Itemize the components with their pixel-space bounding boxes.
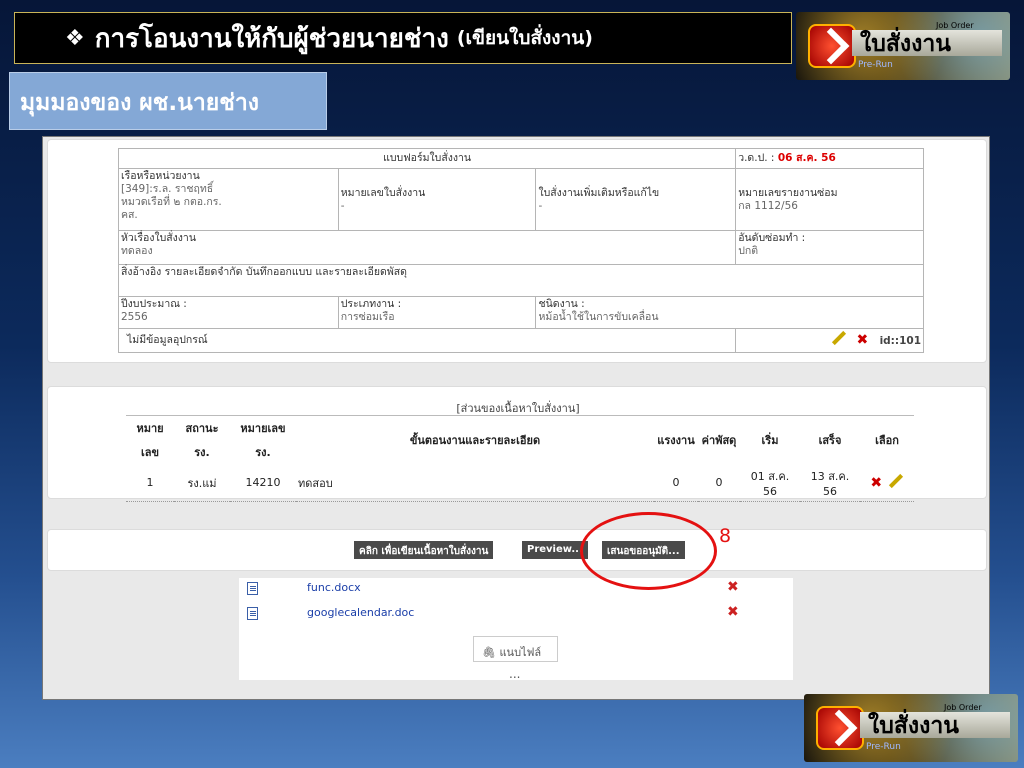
col-no-top: หมาย xyxy=(126,415,174,440)
row-labor: 0 xyxy=(654,464,698,502)
logo-job-order: Job Order xyxy=(944,703,982,712)
equipment-cell: ไม่มีข้อมูลอุปกรณ์ xyxy=(117,328,737,353)
row-detail: ทดสอบ xyxy=(296,464,654,502)
references-cell: สิ่งอ้างอิง รายละเอียดจำกัด บันทึกออกแบบ… xyxy=(118,264,924,297)
row-no: 1 xyxy=(126,464,174,502)
form-date-cell: ว.ด.ป. : 06 ส.ค. 56 xyxy=(735,148,924,169)
col-steps: ขั้นตอนงานและรายละเอียด xyxy=(296,415,654,464)
attach-file-label: แนบไฟล์ xyxy=(499,646,542,659)
view-label: มุมมองของ ผช.นายช่าง xyxy=(9,72,327,130)
col-number-top: หมายเลข xyxy=(230,415,296,440)
report-no-label: หมายเลขรายงานซ่อม xyxy=(738,186,838,199)
extra-order-label: ใบสั่งงานเพิ่มเติมหรือแก้ไข xyxy=(538,186,660,199)
callout-number: 8 xyxy=(719,525,732,547)
col-labor: แรงงาน xyxy=(654,415,698,464)
logo-text: ใบสั่งงาน xyxy=(860,30,951,57)
job-order-form: แบบฟอร์มใบสั่งงาน ว.ด.ป. : 06 ส.ค. 56 เร… xyxy=(117,148,924,353)
job-order-logo-bottom: ใบสั่งงาน Job Order Pre-Run xyxy=(804,694,1018,762)
actions-panel: คลิก เพื่อเขียนเนื้อหาใบสั่งงาน Preview.… xyxy=(47,529,987,571)
order-no-label: หมายเลขใบสั่งงาน xyxy=(340,186,426,199)
delete-file-x-icon[interactable]: ✖ xyxy=(727,579,739,595)
row-start: 01 ส.ค. 56 xyxy=(740,464,800,502)
logo-text: ใบสั่งงาน xyxy=(868,712,959,739)
table-row: 1 รง.แม่ 14210 ทดสอบ 0 0 01 ส.ค. 56 13 ส… xyxy=(126,464,914,502)
form-header: แบบฟอร์มใบสั่งงาน xyxy=(117,148,737,169)
subject-label: หัวเรื่องใบสั่งงาน xyxy=(121,232,197,244)
row-select-cell: ✖ xyxy=(860,464,914,502)
subject-value: ทดลอง xyxy=(121,245,153,257)
app-screenshot: แบบฟอร์มใบสั่งงาน ว.ด.ป. : 06 ส.ค. 56 เร… xyxy=(42,136,990,700)
row-number: 14210 xyxy=(230,464,296,502)
row-status: รง.แม่ xyxy=(174,464,230,502)
order-no-cell: หมายเลขใบสั่งงาน - xyxy=(337,168,537,231)
job-kind-label: ชนิดงาน : xyxy=(538,298,585,310)
record-id: id::101 xyxy=(879,334,921,347)
word-doc-icon xyxy=(247,607,258,620)
job-kind-value: หม้อน้ำใช้ในการขับเคลื่อน xyxy=(538,311,659,323)
paperclip-icon: 🖇 xyxy=(482,646,496,659)
work-type-value: การซ่อมเรือ xyxy=(340,311,395,323)
slide-title-box: ❖ การโอนงานให้กับผู้ช่วยนายช่าง (เขียนใบ… xyxy=(14,12,792,64)
form-date-label: ว.ด.ป. : xyxy=(738,152,775,164)
work-type-label: ประเภทงาน : xyxy=(340,298,402,310)
slide-title-note: (เขียนใบสั่งงาน) xyxy=(456,27,593,49)
form-date-value: 06 ส.ค. 56 xyxy=(777,152,836,164)
job-order-logo: ใบสั่งงาน Job Order Pre-Run xyxy=(796,12,1010,80)
subject-cell: หัวเรื่องใบสั่งงาน ทดลอง xyxy=(117,230,737,265)
logo-pre-run: Pre-Run xyxy=(858,60,893,70)
budget-cell: ปีงบประมาณ : 2556 xyxy=(118,296,339,329)
equipment-actions-cell: ✖ id::101 xyxy=(735,328,924,353)
col-material: ค่าพัสดุ xyxy=(698,415,740,464)
delete-file-x-icon[interactable]: ✖ xyxy=(727,604,739,620)
more-ellipsis: ... xyxy=(509,667,521,681)
col-status-bottom: รง. xyxy=(194,446,210,459)
write-content-button[interactable]: คลิก เพื่อเขียนเนื้อหาใบสั่งงาน xyxy=(354,541,494,559)
ship-unit-2: คส. xyxy=(121,209,138,221)
col-start: เริ่ม xyxy=(740,415,800,464)
priority-value: ปกติ xyxy=(738,245,759,257)
extra-order-value: - xyxy=(538,199,543,212)
report-no-value: กล 1112/56 xyxy=(738,199,798,212)
content-table: หมาย สถานะ หมายเลข ขั้นตอนงานและรายละเอี… xyxy=(126,415,914,502)
ship-unit: หมวดเรือที่ ๒ กตอ.กร. xyxy=(121,196,222,208)
priority-cell: อันดับซ่อมทำ : ปกติ xyxy=(735,230,924,265)
row-delete-x-icon[interactable]: ✖ xyxy=(870,475,882,491)
ship-cell: เรือหรือหน่วยงาน [349]:ร.ล. ราชฤทธิ์ หมว… xyxy=(118,168,339,231)
attachments-area: func.docx ✖ googlecalendar.doc ✖ 🖇 แนบไฟ… xyxy=(239,578,793,681)
ship-value: [349]:ร.ล. ราชฤทธิ์ xyxy=(121,183,214,195)
work-type-cell: ประเภทงาน : การซ่อมเรือ xyxy=(337,296,537,329)
references-text: สิ่งอ้างอิง รายละเอียดจำกัด บันทึกออกแบบ… xyxy=(121,266,407,278)
edit-pencil-icon[interactable] xyxy=(832,330,847,345)
report-no-cell: หมายเลขรายงานซ่อม กล 1112/56 xyxy=(735,168,924,231)
col-no-bottom: เลข xyxy=(140,446,160,459)
diamond-bullet-icon: ❖ xyxy=(65,25,85,51)
row-finish: 13 ส.ค. 56 xyxy=(800,464,860,502)
slide-title: การโอนงานให้กับผู้ช่วยนายช่าง xyxy=(94,23,449,54)
order-no-value: - xyxy=(340,199,345,212)
callout-circle xyxy=(580,512,717,590)
priority-label: อันดับซ่อมทำ : xyxy=(738,232,806,244)
job-kind-cell: ชนิดงาน : หม้อน้ำใช้ในการขับเคลื่อน xyxy=(535,296,924,329)
file-link-googlecalendar[interactable]: googlecalendar.doc xyxy=(307,606,414,619)
word-doc-icon xyxy=(247,582,258,595)
budget-value: 2556 xyxy=(121,311,148,323)
preview-button[interactable]: Preview... xyxy=(522,541,588,559)
col-select: เลือก xyxy=(860,415,914,464)
extra-order-cell: ใบสั่งงานเพิ่มเติมหรือแก้ไข - xyxy=(535,168,737,231)
no-equipment-text: ไม่มีข้อมูลอุปกรณ์ xyxy=(127,334,208,346)
delete-x-icon[interactable]: ✖ xyxy=(856,332,868,348)
form-panel: แบบฟอร์มใบสั่งงาน ว.ด.ป. : 06 ส.ค. 56 เร… xyxy=(47,139,987,363)
col-status-top: สถานะ xyxy=(174,415,230,440)
row-edit-pencil-icon[interactable] xyxy=(888,473,903,488)
content-panel: [ส่วนของเนื้อหาใบสั่งงาน] หมาย สถานะ หมา… xyxy=(47,386,987,502)
row-material: 0 xyxy=(698,464,740,502)
col-finish: เสร็จ xyxy=(800,415,860,464)
logo-pre-run: Pre-Run xyxy=(866,742,901,752)
attach-file-button[interactable]: 🖇 แนบไฟล์ xyxy=(473,636,558,662)
budget-label: ปีงบประมาณ : xyxy=(121,298,187,310)
file-link-func[interactable]: func.docx xyxy=(307,581,361,594)
ship-label: เรือหรือหน่วยงาน xyxy=(121,170,200,182)
logo-job-order: Job Order xyxy=(936,21,974,30)
col-number-bottom: รง. xyxy=(255,446,271,459)
